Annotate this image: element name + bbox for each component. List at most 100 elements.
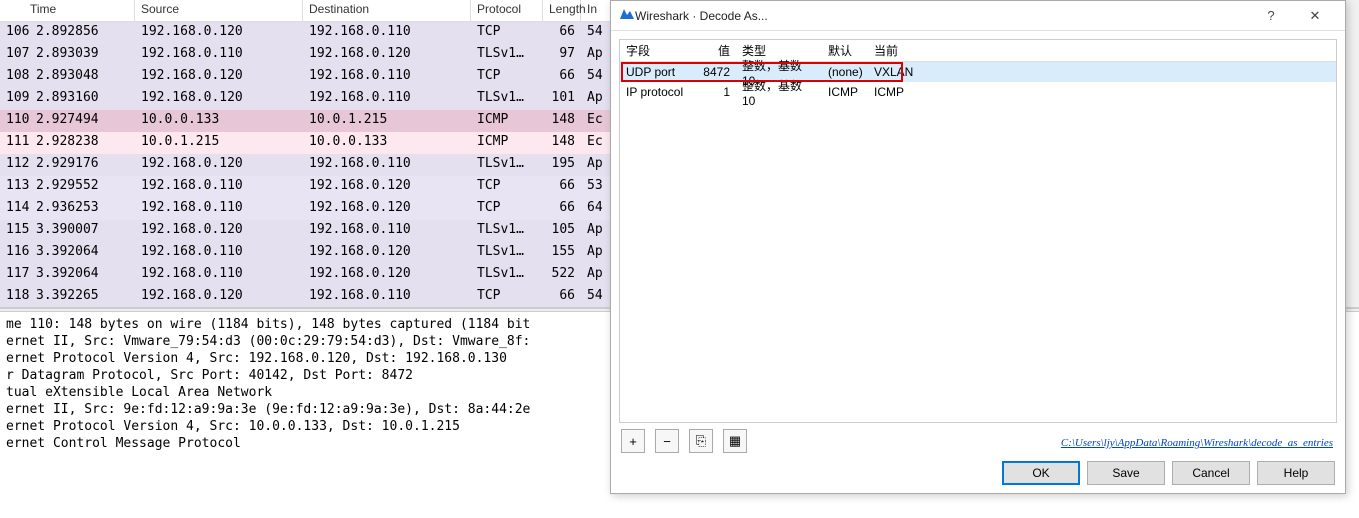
decode-default: ICMP: [822, 84, 868, 100]
cell-no: 115: [0, 222, 30, 240]
decode-value: 8472: [694, 64, 736, 80]
cell-time: 3.390007: [30, 222, 135, 240]
header-protocol[interactable]: Protocol: [471, 0, 543, 21]
cell-source: 10.0.1.215: [135, 134, 303, 152]
cell-destination: 192.168.0.110: [303, 24, 471, 42]
cell-protocol: TCP: [471, 288, 543, 306]
col-default[interactable]: 默认: [822, 40, 868, 61]
cell-length: 155: [543, 244, 581, 262]
decode-as-dialog: Wireshark · Decode As... ? ✕ 字段 值 类型 默认 …: [610, 0, 1346, 494]
cell-source: 192.168.0.110: [135, 200, 303, 218]
cell-destination: 10.0.0.133: [303, 134, 471, 152]
cell-destination: 192.168.0.110: [303, 90, 471, 108]
cell-length: 66: [543, 288, 581, 306]
save-button[interactable]: Save: [1087, 461, 1165, 485]
cell-length: 148: [543, 134, 581, 152]
cell-time: 2.928238: [30, 134, 135, 152]
cell-source: 192.168.0.120: [135, 90, 303, 108]
decode-current: VXLAN: [868, 64, 1336, 80]
cell-no: 109: [0, 90, 30, 108]
cell-destination: 192.168.0.110: [303, 222, 471, 240]
entries-path-link[interactable]: C:\Users\ljy\AppData\Roaming\Wireshark\d…: [1061, 437, 1333, 449]
cell-no: 108: [0, 68, 30, 86]
col-current[interactable]: 当前: [868, 40, 1336, 61]
header-destination[interactable]: Destination: [303, 0, 471, 21]
cell-source: 192.168.0.120: [135, 222, 303, 240]
cell-destination: 192.168.0.120: [303, 46, 471, 64]
cell-time: 3.392064: [30, 266, 135, 284]
cell-destination: 192.168.0.110: [303, 156, 471, 174]
cell-no: 106: [0, 24, 30, 42]
cell-time: 2.929176: [30, 156, 135, 174]
cell-no: 110: [0, 112, 30, 130]
col-field[interactable]: 字段: [620, 40, 694, 61]
cell-time: 2.929552: [30, 178, 135, 196]
cell-destination: 10.0.1.215: [303, 112, 471, 130]
cell-destination: 192.168.0.120: [303, 178, 471, 196]
cell-source: 192.168.0.120: [135, 288, 303, 306]
dialog-buttons: OK Save Cancel Help: [1002, 461, 1335, 485]
cell-time: 2.927494: [30, 112, 135, 130]
clear-button[interactable]: ▦: [723, 429, 747, 453]
decode-type: 整数，基数 10: [736, 76, 822, 109]
cell-no: 111: [0, 134, 30, 152]
decode-current: ICMP: [868, 84, 1336, 100]
cell-length: 148: [543, 112, 581, 130]
cell-no: 113: [0, 178, 30, 196]
decode-row[interactable]: UDP port8472整数，基数 10(none)VXLAN: [620, 62, 1336, 82]
cell-protocol: TLSv1…: [471, 90, 543, 108]
cell-protocol: ICMP: [471, 112, 543, 130]
cancel-button[interactable]: Cancel: [1172, 461, 1250, 485]
header-source[interactable]: Source: [135, 0, 303, 21]
cell-no: 112: [0, 156, 30, 174]
decode-row[interactable]: IP protocol1整数，基数 10ICMPICMP: [620, 82, 1336, 102]
help-dialog-button[interactable]: Help: [1257, 461, 1335, 485]
close-button[interactable]: ✕: [1293, 2, 1337, 30]
wireshark-icon: [619, 6, 635, 25]
remove-entry-button[interactable]: −: [655, 429, 679, 453]
col-value[interactable]: 值: [694, 40, 736, 61]
cell-time: 2.893160: [30, 90, 135, 108]
cell-protocol: TLSv1…: [471, 156, 543, 174]
cell-length: 101: [543, 90, 581, 108]
cell-destination: 192.168.0.120: [303, 200, 471, 218]
cell-time: 2.936253: [30, 200, 135, 218]
cell-protocol: TCP: [471, 24, 543, 42]
copy-entry-button[interactable]: ⎘: [689, 429, 713, 453]
cell-source: 10.0.0.133: [135, 112, 303, 130]
help-button[interactable]: ?: [1249, 2, 1293, 30]
cell-time: 3.392265: [30, 288, 135, 306]
cell-protocol: TCP: [471, 178, 543, 196]
cell-length: 66: [543, 24, 581, 42]
cell-source: 192.168.0.110: [135, 244, 303, 262]
cell-protocol: TLSv1…: [471, 46, 543, 64]
cell-source: 192.168.0.110: [135, 266, 303, 284]
cell-destination: 192.168.0.110: [303, 288, 471, 306]
cell-protocol: TCP: [471, 68, 543, 86]
cell-time: 2.893039: [30, 46, 135, 64]
header-length[interactable]: Length: [543, 0, 581, 21]
decode-value: 1: [694, 84, 736, 100]
cell-no: 117: [0, 266, 30, 284]
cell-length: 66: [543, 178, 581, 196]
add-entry-button[interactable]: +: [621, 429, 645, 453]
decode-field: UDP port: [620, 64, 694, 80]
cell-length: 97: [543, 46, 581, 64]
cell-source: 192.168.0.120: [135, 68, 303, 86]
dialog-title: Wireshark · Decode As...: [635, 9, 1249, 23]
cell-length: 105: [543, 222, 581, 240]
decode-as-table: 字段 值 类型 默认 当前 UDP port8472整数，基数 10(none)…: [619, 39, 1337, 423]
cell-protocol: TLSv1…: [471, 222, 543, 240]
cell-destination: 192.168.0.110: [303, 68, 471, 86]
ok-button[interactable]: OK: [1002, 461, 1080, 485]
decode-default: (none): [822, 64, 868, 80]
decode-table-header: 字段 值 类型 默认 当前: [620, 40, 1336, 62]
header-time[interactable]: Time: [0, 0, 135, 21]
cell-protocol: TCP: [471, 200, 543, 218]
cell-length: 66: [543, 68, 581, 86]
cell-no: 118: [0, 288, 30, 306]
cell-source: 192.168.0.110: [135, 178, 303, 196]
cell-length: 66: [543, 200, 581, 218]
cell-no: 114: [0, 200, 30, 218]
cell-destination: 192.168.0.120: [303, 266, 471, 284]
